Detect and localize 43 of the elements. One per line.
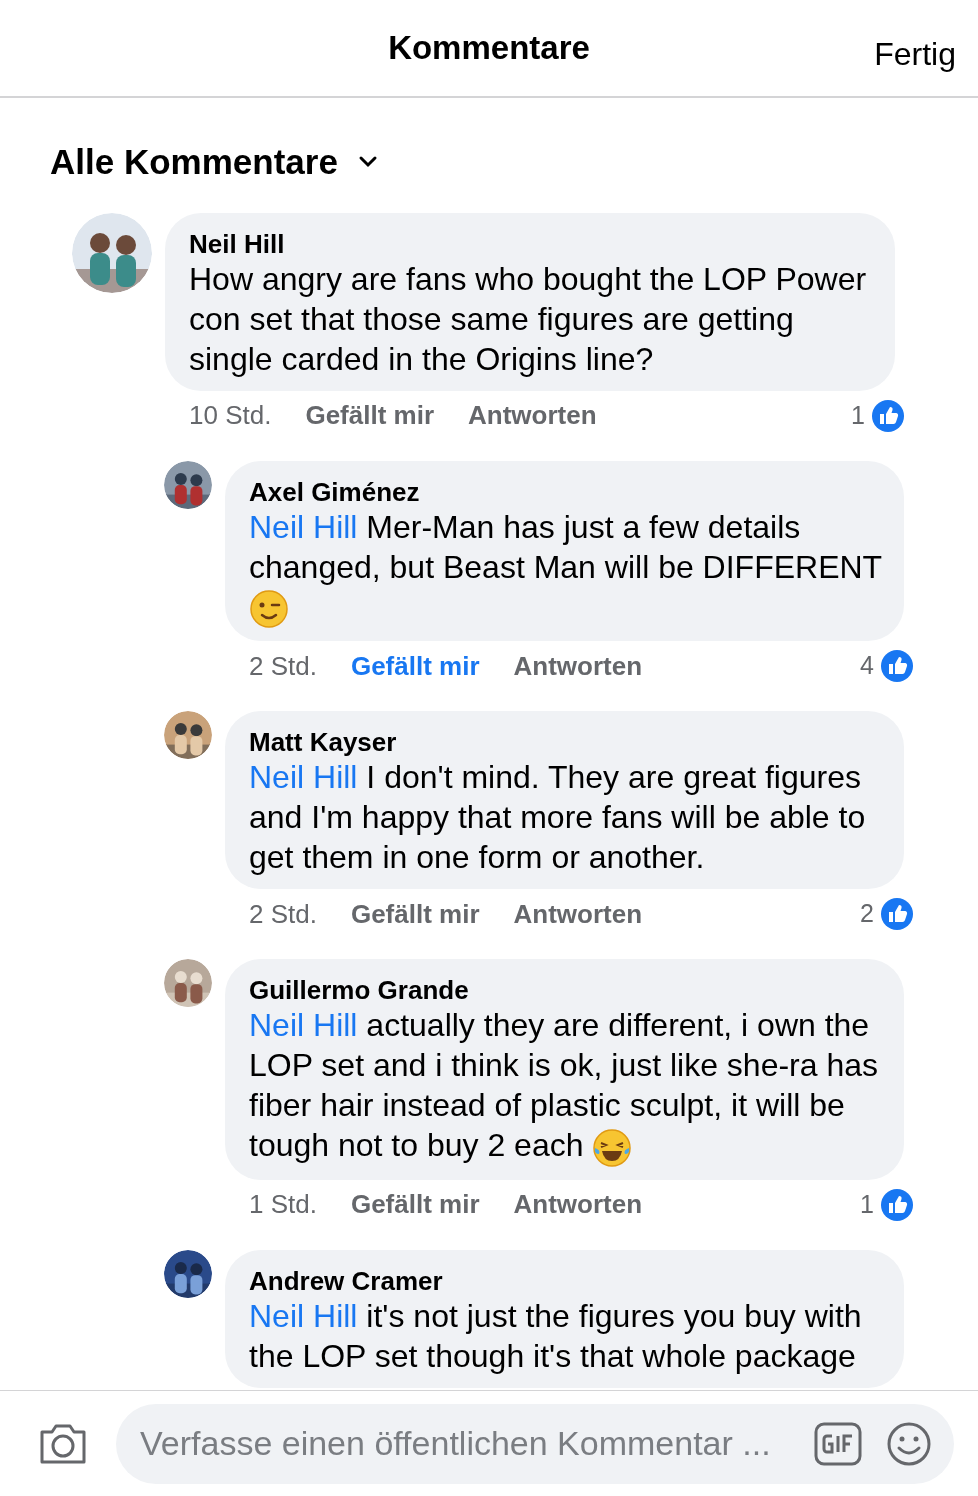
like-link[interactable]: Gefällt mir <box>350 894 480 934</box>
comment-text: Neil Hill it's not just the figures you buy with the LOP set though it's that whole package <box>249 1296 863 1376</box>
smiley-icon[interactable] <box>886 1420 932 1467</box>
like-reaction-icon <box>880 649 914 684</box>
filter-dropdown[interactable]: Alle Kommentare <box>50 136 378 189</box>
reply-link[interactable]: Antworten <box>513 894 643 934</box>
author-name[interactable]: Matt Kayser <box>249 727 397 758</box>
comment-time: 10 Std. <box>189 399 272 432</box>
author-name[interactable]: Axel Giménez <box>249 476 420 507</box>
winking-face-icon <box>249 589 289 630</box>
like-reaction-icon <box>880 897 914 932</box>
mention-link[interactable]: Neil Hill <box>249 508 358 545</box>
reaction-count: 1 <box>860 1188 874 1220</box>
comment-field[interactable]: Verfasse einen öffentlichen Kommentar ... <box>116 1403 954 1484</box>
header-title: Kommentare <box>388 28 590 69</box>
comment-text: Neil Hill Mer-Man has just a few details changed, but Beast Man will be DIFFERENT <box>249 506 890 630</box>
laughing-face-icon <box>592 1127 633 1168</box>
mention-link[interactable]: Neil Hill <box>249 759 358 796</box>
comment-time: 2 Std. <box>249 649 317 683</box>
reaction-count: 2 <box>860 898 874 930</box>
author-name[interactable]: Andrew Cramer <box>249 1265 443 1296</box>
gif-icon[interactable] <box>814 1421 862 1466</box>
done-button[interactable]: Fertig <box>874 30 956 78</box>
author-name[interactable]: Neil Hill <box>189 228 285 259</box>
reaction-count: 4 <box>860 650 874 682</box>
chevron-down-icon <box>357 155 378 170</box>
mention-link[interactable]: Neil Hill <box>249 1007 358 1044</box>
reaction-count: 1 <box>851 399 865 431</box>
comment-text: Neil Hill I don't mind. They are great figures and I'm happy that more fans will be able to get them in one form or another. <box>249 758 867 878</box>
reply-link[interactable]: Antworten <box>513 1185 643 1225</box>
comment-time: 1 Std. <box>249 1188 317 1222</box>
like-link[interactable]: Gefällt mir <box>350 1185 480 1225</box>
comment-text: Neil Hill actually they are different, i own the LOP set and i think is ok, just like she-ra has fiber hair instead of plastic sculpt, it will be tough not to buy 2 each <box>249 1005 890 1168</box>
reply-link[interactable]: Antworten <box>513 646 643 686</box>
like-reaction-icon <box>871 398 905 433</box>
like-link[interactable]: Gefällt mir <box>350 646 480 686</box>
reply-link[interactable]: Antworten <box>468 396 597 435</box>
like-link[interactable]: Gefällt mir <box>305 396 434 435</box>
mention-link[interactable]: Neil Hill <box>249 1297 358 1334</box>
comment-time: 2 Std. <box>249 897 317 931</box>
author-name[interactable]: Guillermo Grande <box>249 975 469 1006</box>
comment-text: How angry are fans who bought the LOP Power con set that those same figures are getting single carded in the Origins line? <box>189 259 868 379</box>
like-reaction-icon <box>880 1187 914 1222</box>
